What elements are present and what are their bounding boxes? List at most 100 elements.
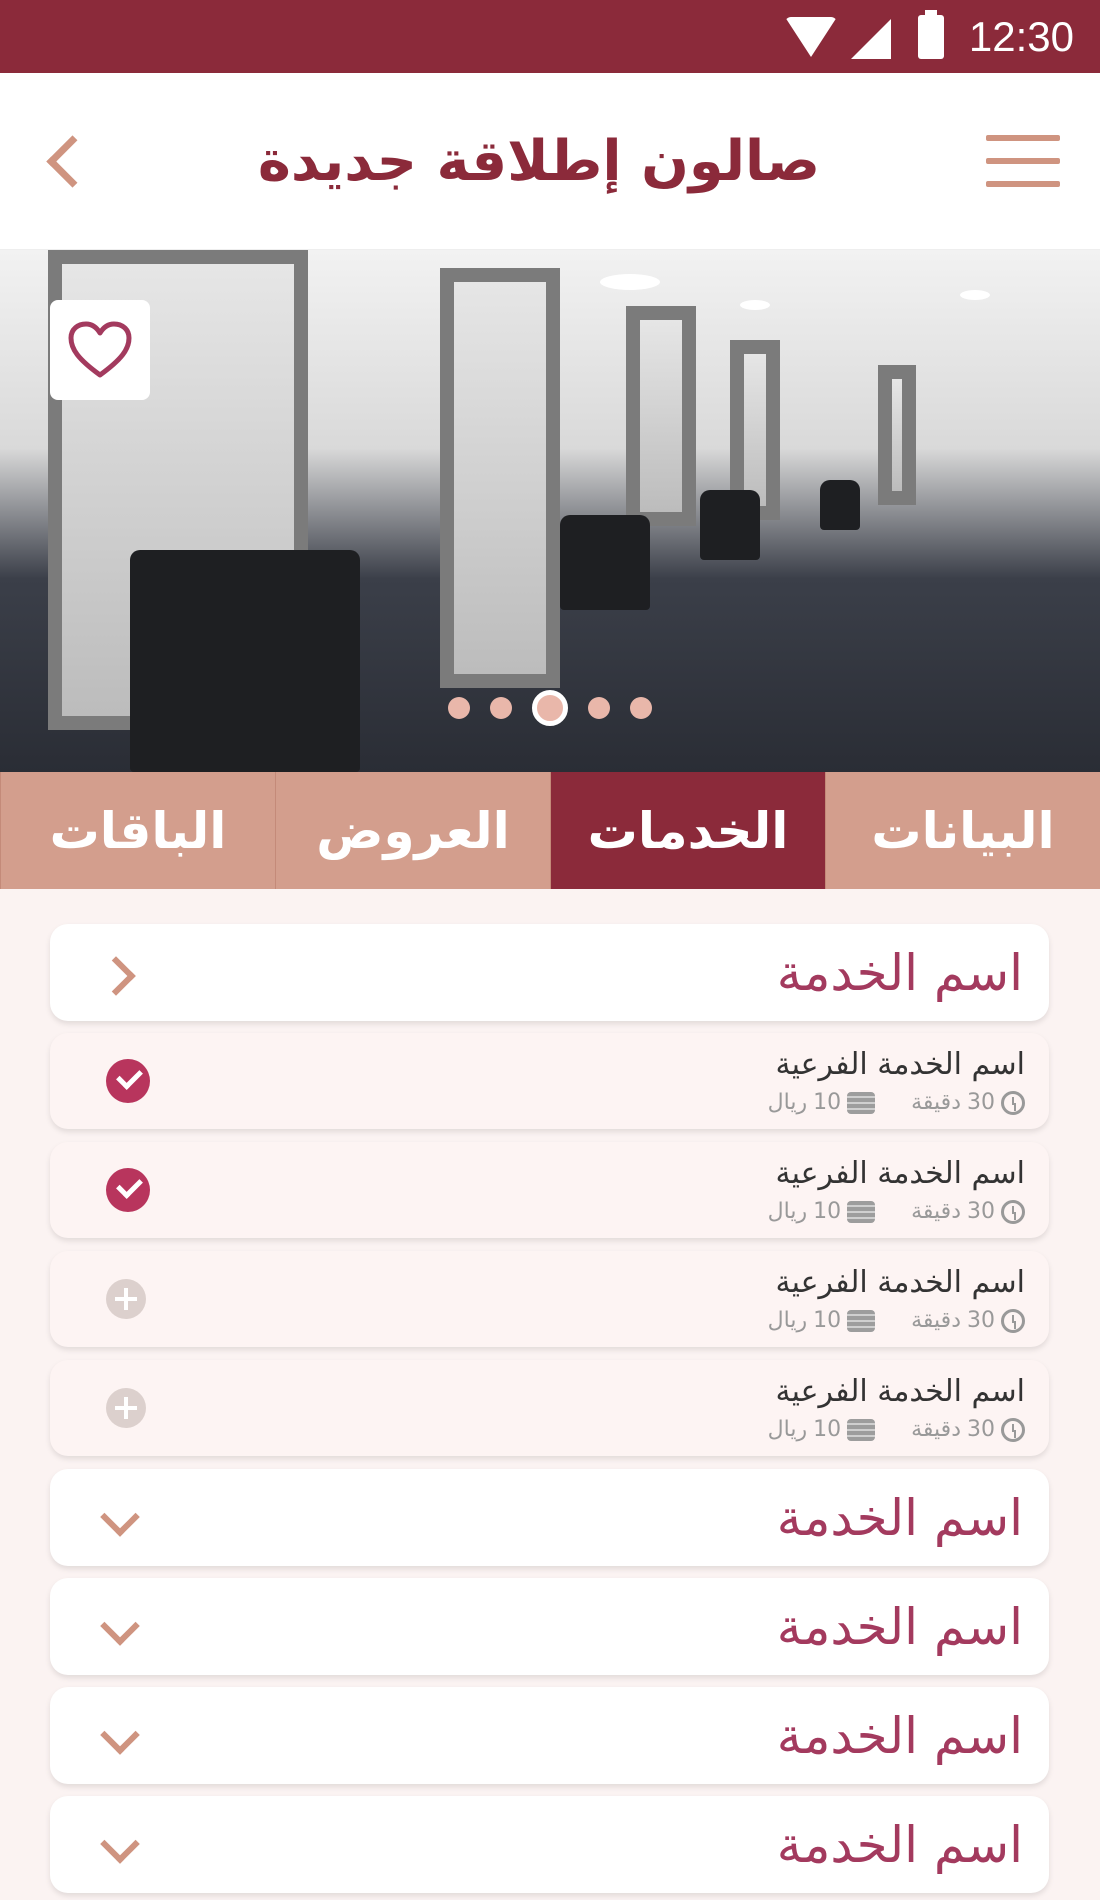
chevron-down-icon xyxy=(100,1612,134,1642)
sub-service-meta: 30 دقيقة 10 ريال xyxy=(768,1417,1025,1442)
price-value: 10 xyxy=(813,1090,842,1115)
carousel-dot[interactable] xyxy=(448,697,470,719)
service-card[interactable]: اسم الخدمة xyxy=(50,1796,1049,1893)
duration-value: 30 xyxy=(967,1417,995,1442)
salon-chair xyxy=(130,550,360,772)
salon-mirror xyxy=(626,306,696,526)
price: 10 ريال xyxy=(767,1308,876,1333)
hamburger-menu-icon[interactable] xyxy=(985,135,1060,187)
price-value: 10 xyxy=(813,1308,842,1333)
sub-service-item[interactable]: اسم الخدمة الفرعية 30 دقيقة 10 ريال xyxy=(50,1142,1049,1238)
price: 10 ريال xyxy=(767,1417,876,1442)
salon-mirror xyxy=(878,365,916,505)
signal-icon xyxy=(849,15,893,59)
chevron-down-icon xyxy=(100,1830,134,1860)
carousel-dots xyxy=(0,690,1100,726)
checked-circle-icon[interactable] xyxy=(106,1059,150,1103)
chevron-right-icon xyxy=(100,958,130,988)
battery-icon xyxy=(909,9,953,59)
price-unit: ريال xyxy=(767,1308,808,1333)
service-name: اسم الخدمة xyxy=(776,1488,1023,1547)
tab-packages[interactable]: الباقات xyxy=(0,772,275,889)
price-unit: ريال xyxy=(767,1090,808,1115)
salon-chair xyxy=(820,480,860,530)
duration-value: 30 xyxy=(967,1199,995,1224)
duration-unit: دقيقة xyxy=(911,1199,961,1224)
service-card[interactable]: اسم الخدمة xyxy=(50,1578,1049,1675)
duration: 30 دقيقة xyxy=(911,1199,1025,1224)
sub-service-name: اسم الخدمة الفرعية xyxy=(775,1047,1026,1082)
add-circle-icon[interactable] xyxy=(106,1279,146,1319)
price-unit: ريال xyxy=(767,1199,808,1224)
tab-offers[interactable]: العروض xyxy=(275,772,550,889)
coins-icon xyxy=(847,1200,876,1223)
coins-icon xyxy=(847,1418,876,1441)
duration: 30 دقيقة xyxy=(911,1308,1025,1333)
salon-chair xyxy=(560,515,650,610)
price-value: 10 xyxy=(813,1417,842,1442)
duration-unit: دقيقة xyxy=(911,1308,961,1333)
sub-service-item[interactable]: اسم الخدمة الفرعية 30 دقيقة 10 ريال xyxy=(50,1033,1049,1129)
service-name: اسم الخدمة xyxy=(776,1706,1023,1765)
carousel-dot[interactable] xyxy=(588,697,610,719)
service-name: اسم الخدمة xyxy=(776,943,1023,1002)
status-bar: 12:30 xyxy=(0,0,1100,73)
status-time: 12:30 xyxy=(968,12,1074,60)
clock-icon xyxy=(1001,1308,1025,1333)
sub-service-texts: اسم الخدمة الفرعية 30 دقيقة 10 ريال xyxy=(768,1156,1025,1224)
heart-icon xyxy=(68,321,132,378)
sub-service-texts: اسم الخدمة الفرعية 30 دقيقة 10 ريال xyxy=(768,1047,1025,1115)
tab-services[interactable]: الخدمات xyxy=(550,772,825,889)
sub-service-name: اسم الخدمة الفرعية xyxy=(775,1374,1026,1409)
duration-value: 30 xyxy=(967,1090,995,1115)
app-header: صالون إطلاقة جديدة xyxy=(0,73,1100,250)
ceiling-light xyxy=(740,300,770,310)
service-name: اسم الخدمة xyxy=(776,1597,1023,1656)
checked-circle-icon[interactable] xyxy=(106,1168,150,1212)
sub-service-meta: 30 دقيقة 10 ريال xyxy=(768,1308,1025,1333)
tab-bar: البيانات الخدمات العروض الباقات xyxy=(0,772,1100,889)
sub-service-meta: 30 دقيقة 10 ريال xyxy=(768,1090,1025,1115)
price-value: 10 xyxy=(813,1199,842,1224)
coins-icon xyxy=(847,1309,876,1332)
clock-icon xyxy=(1001,1199,1025,1224)
back-arrow-icon[interactable] xyxy=(36,133,92,189)
salon-photo-carousel[interactable] xyxy=(0,250,1100,772)
salon-chair xyxy=(700,490,760,560)
sub-service-texts: اسم الخدمة الفرعية 30 دقيقة 10 ريال xyxy=(768,1374,1025,1442)
chevron-down-icon xyxy=(100,1721,134,1751)
sub-service-texts: اسم الخدمة الفرعية 30 دقيقة 10 ريال xyxy=(768,1265,1025,1333)
carousel-dot[interactable] xyxy=(490,697,512,719)
sub-service-name: اسم الخدمة الفرعية xyxy=(775,1156,1026,1191)
clock-icon xyxy=(1001,1417,1025,1442)
wifi-icon xyxy=(784,15,837,59)
service-name: اسم الخدمة xyxy=(776,1815,1023,1874)
clock-icon xyxy=(1001,1090,1025,1115)
add-circle-icon[interactable] xyxy=(106,1388,146,1428)
page-title: صالون إطلاقة جديدة xyxy=(257,128,821,194)
sub-service-item[interactable]: اسم الخدمة الفرعية 30 دقيقة 10 ريال xyxy=(50,1360,1049,1456)
chevron-down-icon xyxy=(100,1503,134,1533)
salon-mirror xyxy=(440,268,560,688)
sub-service-meta: 30 دقيقة 10 ريال xyxy=(768,1199,1025,1224)
coins-icon xyxy=(847,1091,876,1114)
price-unit: ريال xyxy=(767,1417,808,1442)
price: 10 ريال xyxy=(767,1090,876,1115)
sub-service-item[interactable]: اسم الخدمة الفرعية 30 دقيقة 10 ريال xyxy=(50,1251,1049,1347)
ceiling-light xyxy=(600,274,660,290)
ceiling-light xyxy=(960,290,990,300)
carousel-dot[interactable] xyxy=(630,697,652,719)
carousel-dot-active[interactable] xyxy=(532,690,568,726)
service-card[interactable]: اسم الخدمة xyxy=(50,1687,1049,1784)
duration-value: 30 xyxy=(967,1308,995,1333)
price: 10 ريال xyxy=(767,1199,876,1224)
tab-info[interactable]: البيانات xyxy=(825,772,1100,889)
duration-unit: دقيقة xyxy=(911,1090,961,1115)
duration: 30 دقيقة xyxy=(911,1417,1025,1442)
duration-unit: دقيقة xyxy=(911,1417,961,1442)
service-card[interactable]: اسم الخدمة xyxy=(50,1469,1049,1566)
sub-service-name: اسم الخدمة الفرعية xyxy=(775,1265,1026,1300)
duration: 30 دقيقة xyxy=(911,1090,1025,1115)
favorite-button[interactable] xyxy=(50,300,150,400)
service-card-expanded[interactable]: اسم الخدمة xyxy=(50,924,1049,1021)
